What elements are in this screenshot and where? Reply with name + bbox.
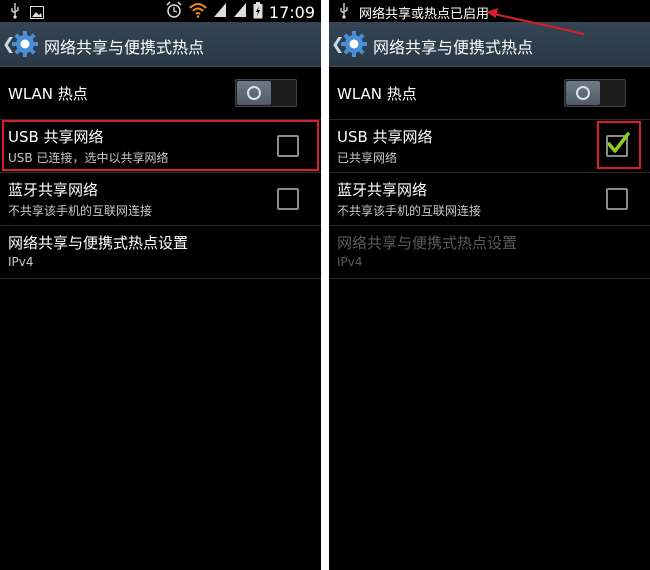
toggle-knob: [237, 81, 271, 105]
gear-icon[interactable]: [11, 30, 39, 58]
hotspot-settings-row[interactable]: 网络共享与便携式热点设置 IPv4: [0, 226, 321, 279]
annotation-arrow-icon: [486, 8, 585, 35]
bluetooth-tethering-checkbox[interactable]: [606, 188, 628, 210]
bluetooth-tethering-title: 蓝牙共享网络: [8, 181, 99, 199]
usb-icon: [339, 3, 349, 23]
toggle-knob: [566, 81, 600, 105]
bluetooth-tethering-subtitle: 不共享该手机的互联网连接: [337, 204, 482, 218]
status-bar: 17:09: [0, 0, 321, 22]
tethering-notification: 网络共享或热点已启用: [359, 7, 490, 22]
usb-row-highlight: [2, 120, 319, 171]
signal-icon: [213, 2, 227, 22]
hotspot-settings-title: 网络共享与便携式热点设置: [8, 234, 189, 252]
hotspot-settings-row: 网络共享与便携式热点设置 IPv4: [329, 226, 650, 279]
bluetooth-tethering-checkbox[interactable]: [277, 188, 299, 210]
bluetooth-tethering-row[interactable]: 蓝牙共享网络 不共享该手机的互联网连接: [0, 173, 321, 226]
battery-icon: [253, 1, 263, 23]
bluetooth-tethering-title: 蓝牙共享网络: [337, 181, 428, 199]
gear-icon[interactable]: [340, 30, 368, 58]
hotspot-settings-title: 网络共享与便携式热点设置: [337, 234, 518, 252]
hotspot-settings-subtitle: IPv4: [8, 255, 34, 269]
wlan-hotspot-toggle[interactable]: [564, 79, 626, 107]
checkbox-highlight: [597, 121, 641, 169]
wlan-hotspot-label: WLAN 热点: [8, 85, 88, 103]
image-icon: [30, 4, 44, 23]
action-bar: ❮ 网络共享与便携式热点: [0, 22, 321, 67]
bluetooth-tethering-row[interactable]: 蓝牙共享网络 不共享该手机的互联网连接: [329, 173, 650, 226]
wifi-icon: [189, 2, 207, 22]
alarm-icon: [165, 1, 183, 23]
wlan-hotspot-label: WLAN 热点: [337, 85, 417, 103]
usb-icon: [10, 3, 20, 23]
wlan-hotspot-row[interactable]: WLAN 热点: [0, 67, 321, 120]
wlan-hotspot-row[interactable]: WLAN 热点: [329, 67, 650, 120]
usb-tethering-title: USB 共享网络: [337, 128, 433, 146]
clock: 17:09: [268, 2, 315, 22]
bluetooth-tethering-subtitle: 不共享该手机的互联网连接: [8, 204, 153, 218]
usb-tethering-subtitle: 已共享网络: [337, 151, 398, 165]
left-screen: 17:09 ❮ 网络共享与便携式热点 WLAN 热点 USB 共享网络 USB …: [0, 0, 321, 570]
right-screen: 网络共享或热点已启用 ❮ 网络共享与便携式热点 WLAN 热点 USB 共享网络…: [329, 0, 650, 570]
page-title: 网络共享与便携式热点: [44, 38, 205, 57]
wlan-hotspot-toggle[interactable]: [235, 79, 297, 107]
hotspot-settings-subtitle: IPv4: [337, 255, 363, 269]
signal-icon: [233, 2, 247, 22]
